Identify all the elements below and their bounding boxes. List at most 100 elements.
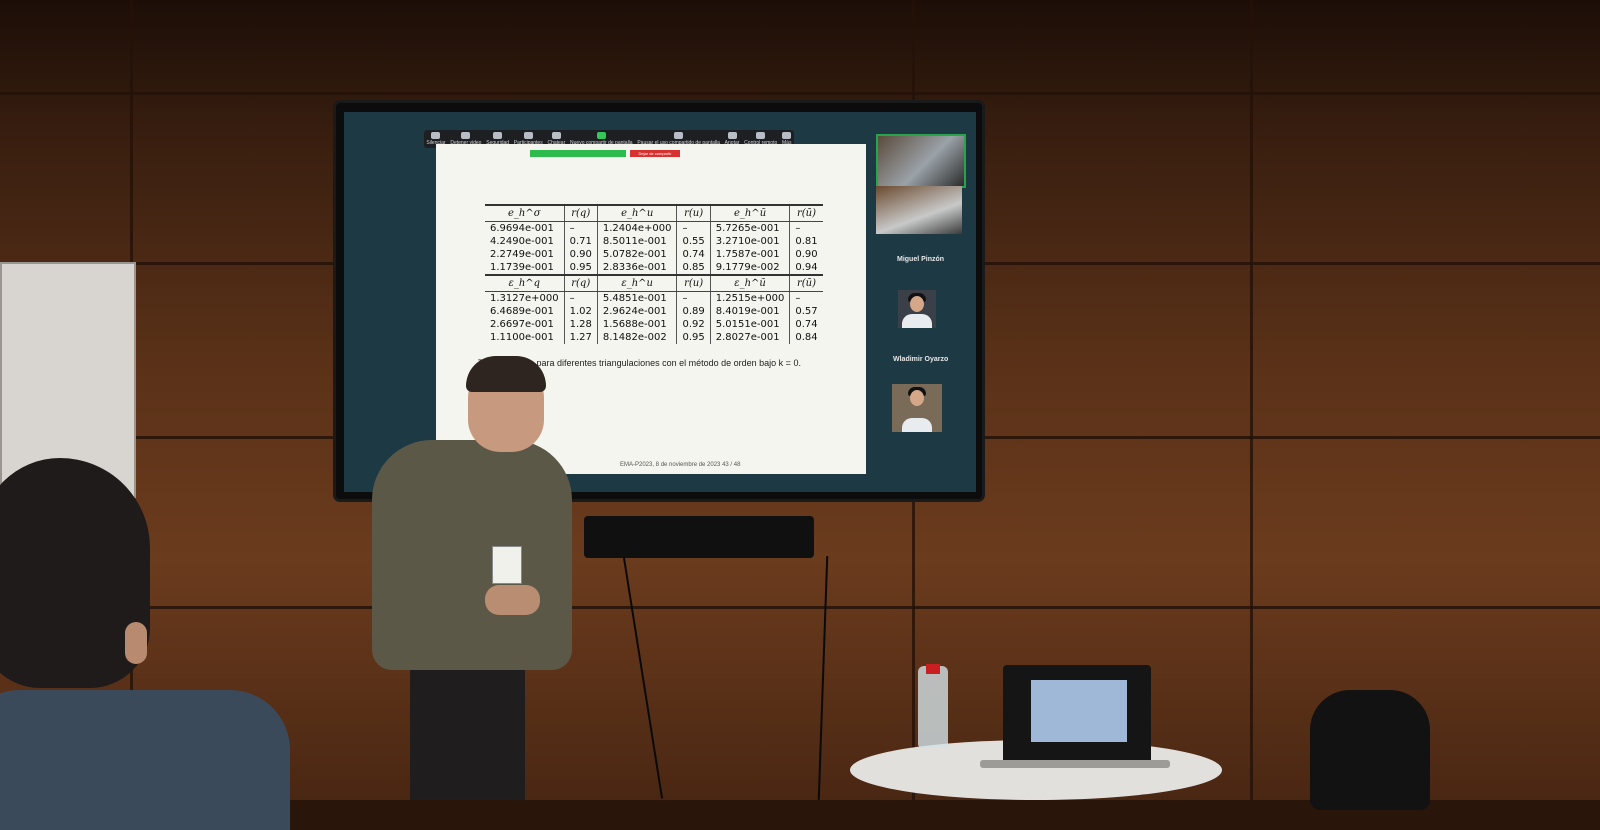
table-cell: 1.3127e+000 <box>490 293 559 304</box>
table-cell: 6.4689e-001 <box>490 306 554 317</box>
ellipsis-icon <box>782 132 792 139</box>
table-cell: 0.90 <box>789 248 823 261</box>
table-cell: 3.2710e-001 <box>709 235 790 248</box>
table-cell: 0.85 <box>676 261 711 275</box>
table-cell: 0.74 <box>789 318 823 331</box>
table-cell: 9.1779e-002 <box>709 261 790 275</box>
table-cell: 2.2749e-001 <box>490 249 554 260</box>
table-cell: 0.81 <box>789 235 823 248</box>
participant-video[interactable] <box>898 290 936 328</box>
sharing-indicator <box>530 150 626 157</box>
audience-shoulders <box>0 690 290 830</box>
shared-room-tile[interactable] <box>876 186 962 234</box>
name-badge <box>492 546 522 584</box>
table-header-row: ε_h^q r(q) ε_h^u r(u) ε_h^ũ r(ũ) <box>485 274 823 292</box>
room-camera-tile[interactable] <box>876 134 966 188</box>
table-row: 1.1100e-001 1.27 8.1482e-002 0.95 2.8027e-00… <box>485 331 823 344</box>
stop-share-button[interactable]: Dejar de compartir <box>630 150 680 157</box>
presenter-sweater <box>372 440 572 670</box>
table-cell: 4.2490e-001 <box>490 236 554 247</box>
people-icon <box>523 132 533 139</box>
table-header: r(u) <box>676 204 711 222</box>
table-cell: 1.2404e+000 <box>596 221 677 235</box>
pencil-icon <box>727 132 737 139</box>
table-row: 6.9694e-001–1.2404e+000–5.7265e-001– <box>485 221 823 235</box>
table-header: ε_h^ũ <box>709 274 790 292</box>
table-cell: 0.92 <box>676 318 711 331</box>
table-row: 4.2490e-001 0.71 8.5011e-001 0.55 3.2710e-00… <box>485 235 823 248</box>
table-cell: 0.57 <box>789 305 823 318</box>
pause-icon <box>674 132 684 139</box>
table-cell: 8.1482e-002 <box>596 331 677 344</box>
table-row: 1.1739e-001 0.95 2.8336e-001 0.85 9.1779e-00… <box>485 261 823 275</box>
table-header: r(ũ) <box>789 204 823 222</box>
table-cell: – <box>789 221 823 235</box>
table-cell: 0.90 <box>563 248 598 261</box>
wall-seam <box>0 606 1600 609</box>
table-cell: 8.4019e-001 <box>709 305 790 318</box>
table-cell: 0.84 <box>789 331 823 344</box>
table-cell: 5.4851e-001 <box>596 291 677 305</box>
participant-face <box>910 296 924 312</box>
water-bottle <box>918 666 948 748</box>
table-cell: 1.27 <box>563 331 598 344</box>
table-cell: 0.94 <box>789 261 823 275</box>
table-cell: 2.6697e-001 <box>490 319 554 330</box>
table-cell: 2.8336e-001 <box>596 261 677 275</box>
table-cell: 6.9694e-001 <box>490 223 554 234</box>
table-cell: – <box>563 221 598 235</box>
table-header: r(ũ) <box>789 274 823 292</box>
table-cell: 0.95 <box>563 261 598 275</box>
table-header: r(q) <box>563 274 598 292</box>
table-cell: 1.1739e-001 <box>490 262 554 273</box>
participant-video[interactable] <box>892 384 942 432</box>
table-cell: 0.55 <box>676 235 711 248</box>
table-row: 2.2749e-001 0.90 5.0782e-001 0.74 1.7587e-00… <box>485 248 823 261</box>
table-cell: 2.9624e-001 <box>596 305 677 318</box>
microphone-icon <box>431 132 441 139</box>
table-cell: – <box>676 291 711 305</box>
wall-seam <box>1250 0 1253 800</box>
soundbar <box>584 516 814 558</box>
mouse-icon <box>756 132 766 139</box>
participant-shirt <box>902 314 932 328</box>
table-row: 2.6697e-001 1.28 1.5688e-001 0.92 5.0151e-00… <box>485 318 823 331</box>
table-cell: 5.7265e-001 <box>709 221 790 235</box>
chat-icon <box>551 132 561 139</box>
table-cell: 0.71 <box>563 235 598 248</box>
table-header: e_h^ũ <box>709 204 790 222</box>
backpack <box>1310 690 1430 810</box>
participant-shirt <box>902 418 932 432</box>
participant-name: Wladimir Oyarzo <box>893 356 949 363</box>
share-status-bar: Dejar de compartir <box>530 150 680 157</box>
table-row: 1.3127e+000–5.4851e-001–1.2515e+000– <box>485 291 823 305</box>
share-screen-icon <box>596 132 606 139</box>
table-cell: 0.89 <box>676 305 711 318</box>
table-cell: 5.0782e-001 <box>596 248 677 261</box>
table-cell: 8.5011e-001 <box>596 235 677 248</box>
presenter-hair <box>466 356 546 392</box>
table-cell: 1.5688e-001 <box>596 318 677 331</box>
table-row: 6.4689e-001 1.02 2.9624e-001 0.89 8.4019e-00… <box>485 305 823 318</box>
table-cell: 5.0151e-001 <box>709 318 790 331</box>
table-cell: 1.02 <box>563 305 598 318</box>
camera-icon <box>461 132 471 139</box>
error-table: e_h^σ r(q) e_h^u r(u) e_h^ũ r(ũ) 6.9694e… <box>485 204 823 344</box>
slide-footer: EMA-P2023, 8 de noviembre de 2023 43 / 4… <box>620 462 741 468</box>
table-header: ε_h^q <box>485 274 565 292</box>
table-header: r(q) <box>563 204 598 222</box>
table-cell: – <box>676 221 711 235</box>
table-cell: 1.2515e+000 <box>709 291 790 305</box>
table-cell: 1.28 <box>563 318 598 331</box>
participant-face <box>910 390 924 406</box>
table-cell: 0.74 <box>676 248 711 261</box>
table-cell: – <box>789 291 823 305</box>
table-cell: 0.95 <box>676 331 711 344</box>
room-camera-feed <box>878 136 964 186</box>
audience-ear <box>125 622 147 664</box>
presenter-hands <box>485 585 540 615</box>
table-cell: 1.1100e-001 <box>490 332 554 343</box>
participant-name: Miguel Pinzón <box>897 256 945 263</box>
table-header: e_h^u <box>596 204 677 222</box>
laptop-screen <box>1031 680 1127 742</box>
